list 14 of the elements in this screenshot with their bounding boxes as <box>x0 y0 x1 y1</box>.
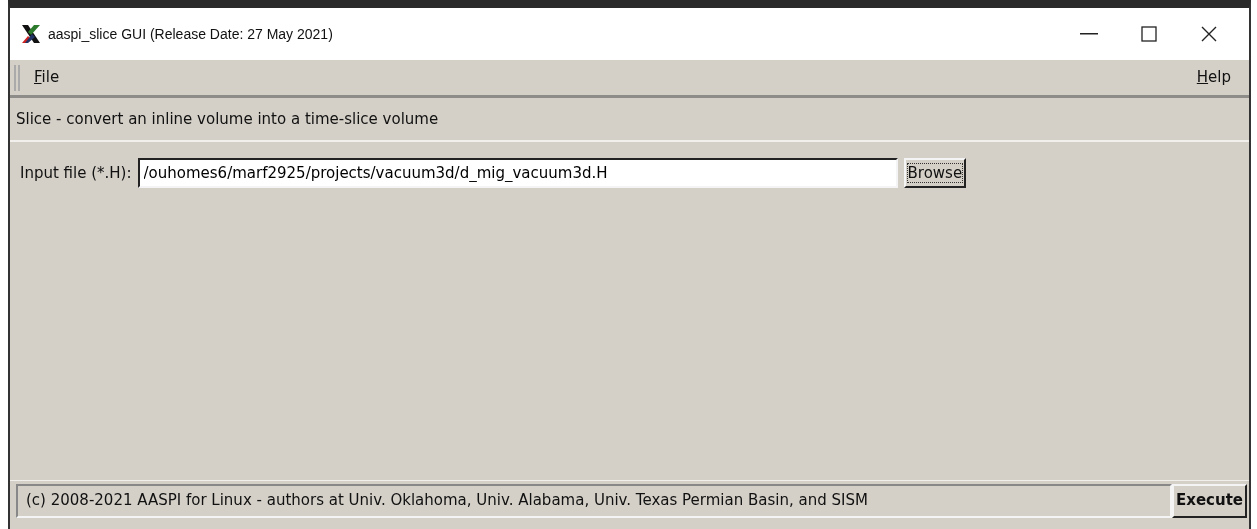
window-title: aaspi_slice GUI (Release Date: 27 May 2021) <box>48 24 333 44</box>
input-file-label: Input file (*.H): <box>20 162 132 184</box>
status-text: (c) 2008-2021 AASPI for Linux - authors at Univ. Oklahoma, Univ. Alabama, Univ. Texas Permian Basin, and SISM <box>16 483 1172 518</box>
maximize-icon <box>1141 26 1157 42</box>
execute-button[interactable]: Execute <box>1172 483 1247 518</box>
app-logo-icon <box>20 23 42 45</box>
heading-text: Slice - convert an inline volume into a time-slice volume <box>16 108 439 130</box>
input-file-field[interactable]: /ouhomes6/marf2925/projects/vacuum3d/d_mig_vacuum3d.H <box>137 158 898 188</box>
menu-item[interactable]: File <box>30 66 64 89</box>
browse-button[interactable]: Browse <box>903 158 967 188</box>
minimize-icon <box>1080 33 1098 35</box>
close-icon <box>1201 26 1217 42</box>
toolbar-grip-icon <box>14 64 20 91</box>
menu-item[interactable]: Help <box>1192 66 1235 89</box>
